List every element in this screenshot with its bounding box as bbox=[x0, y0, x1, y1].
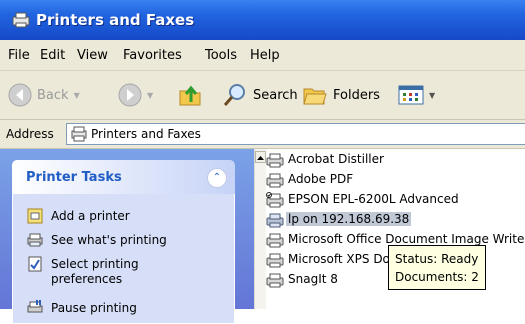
printer-name: EPSON EPL-6200L Advanced bbox=[288, 192, 459, 206]
folders-label: Folders bbox=[333, 87, 380, 103]
printer-folder-icon bbox=[12, 12, 30, 28]
task-label: Select printing preferences bbox=[51, 257, 139, 287]
printer-name: Adobe PDF bbox=[288, 172, 354, 186]
task-label-line1: Select printing bbox=[51, 257, 139, 271]
menu-help[interactable]: Help bbox=[250, 48, 280, 63]
printer-name: lp on 192.168.69.38 bbox=[286, 212, 412, 226]
printer-icon bbox=[266, 173, 284, 188]
print-queue-icon bbox=[27, 233, 43, 247]
menu-view[interactable]: View bbox=[77, 48, 108, 63]
back-arrow-icon bbox=[8, 83, 32, 107]
search-label: Search bbox=[253, 87, 298, 103]
printer-icon bbox=[266, 273, 284, 288]
add-printer-icon bbox=[27, 208, 43, 224]
printer-tasks-panel: Printer Tasks ⌃ Add a printer See what's… bbox=[12, 160, 235, 324]
window-title: Printers and Faxes bbox=[36, 11, 195, 29]
task-label: See what's printing bbox=[51, 233, 167, 247]
scroll-up-arrow-icon bbox=[257, 156, 264, 160]
printer-icon bbox=[266, 233, 284, 248]
scroll-up-button[interactable] bbox=[255, 151, 266, 163]
printer-tasks-header[interactable]: Printer Tasks ⌃ bbox=[12, 160, 235, 194]
folders-icon bbox=[303, 88, 327, 105]
forward-button[interactable]: ▼ bbox=[118, 80, 153, 110]
menu-bar: File Edit View Favorites Tools Help bbox=[0, 40, 525, 71]
menu-tools[interactable]: Tools bbox=[205, 48, 237, 63]
forward-arrow-icon bbox=[118, 83, 142, 107]
printer-tasks-title: Printer Tasks bbox=[26, 170, 122, 185]
address-bar: Address Printers and Faxes bbox=[0, 120, 525, 149]
network-printer-icon bbox=[266, 213, 284, 228]
printer-name: SnagIt 8 bbox=[288, 272, 338, 286]
address-value: Printers and Faxes bbox=[91, 127, 201, 141]
back-button[interactable]: Back ▼ bbox=[8, 80, 80, 110]
printer-name: Microsoft Office Document Image Writer bbox=[288, 232, 525, 246]
title-bar[interactable]: Printers and Faxes bbox=[0, 0, 525, 40]
views-dropdown-icon[interactable]: ▼ bbox=[429, 91, 435, 100]
up-folder-icon bbox=[179, 85, 201, 106]
printer-icon bbox=[266, 153, 284, 168]
pause-printer-icon bbox=[27, 300, 43, 313]
printer-tasks-list: Add a printer See what's printing Select… bbox=[12, 194, 235, 324]
forward-dropdown-icon[interactable]: ▼ bbox=[147, 91, 153, 100]
printer-icon bbox=[266, 253, 284, 268]
task-label-line2: preferences bbox=[51, 272, 123, 286]
task-label: Add a printer bbox=[51, 209, 130, 223]
views-icon bbox=[398, 85, 424, 105]
address-label: Address bbox=[6, 127, 54, 141]
printer-name: Acrobat Distiller bbox=[288, 152, 384, 166]
search-button[interactable]: Search bbox=[222, 80, 298, 110]
menu-favorites[interactable]: Favorites bbox=[123, 48, 182, 63]
search-icon bbox=[223, 84, 245, 106]
folders-button[interactable]: Folders bbox=[302, 80, 380, 110]
tooltip-status: Status: Ready bbox=[395, 252, 479, 266]
default-printer-icon bbox=[266, 192, 284, 208]
address-field[interactable]: Printers and Faxes bbox=[66, 123, 525, 145]
back-label: Back bbox=[37, 87, 69, 103]
printer-status-tooltip: Status: Ready Documents: 2 bbox=[388, 245, 486, 290]
menu-edit[interactable]: Edit bbox=[40, 48, 65, 63]
task-pane: Printer Tasks ⌃ Add a printer See what's… bbox=[0, 149, 254, 324]
views-button[interactable]: ▼ bbox=[398, 80, 435, 110]
collapse-chevron-icon[interactable]: ⌃ bbox=[207, 168, 227, 188]
toolbar: Back ▼ ▼ Search Folders ▼ bbox=[0, 71, 525, 120]
up-folder-button[interactable] bbox=[178, 80, 204, 110]
preferences-icon bbox=[28, 256, 42, 272]
printer-folder-icon bbox=[71, 126, 87, 142]
back-dropdown-icon[interactable]: ▼ bbox=[74, 91, 80, 100]
tooltip-documents: Documents: 2 bbox=[395, 270, 479, 284]
menu-file[interactable]: File bbox=[8, 48, 30, 63]
